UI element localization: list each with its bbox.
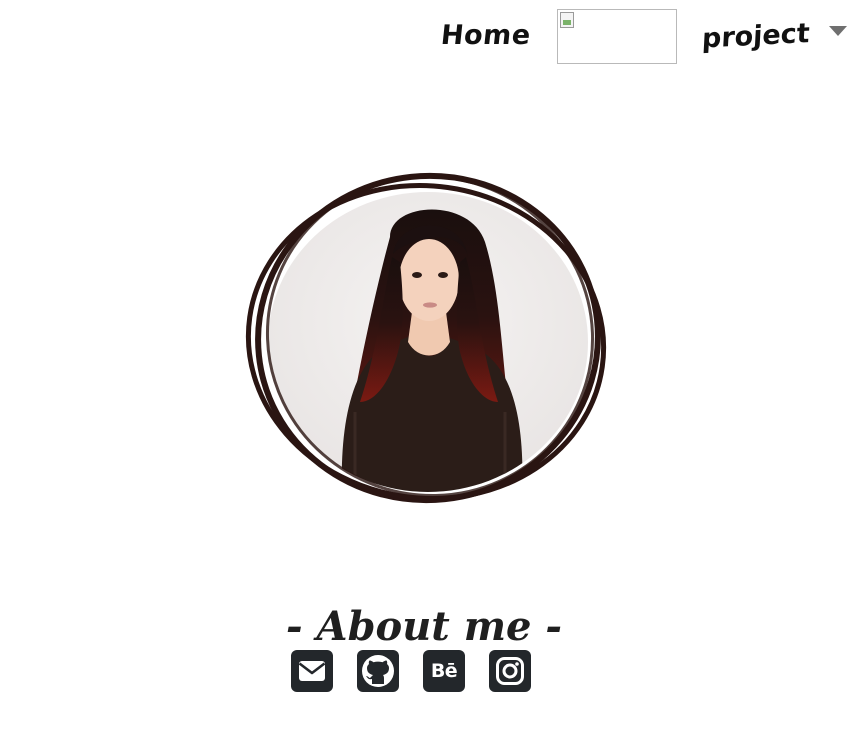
behance-link[interactable]: Bē bbox=[423, 650, 465, 692]
nav-project-link[interactable]: project bbox=[701, 14, 810, 59]
broken-image-icon bbox=[560, 12, 574, 28]
envelope-icon bbox=[298, 661, 326, 681]
behance-icon: Bē bbox=[430, 660, 458, 682]
about-me-heading: - About me - bbox=[286, 602, 562, 650]
page: Home project - About me - Bē bbox=[0, 0, 848, 741]
social-links: Bē bbox=[290, 650, 534, 694]
caret-down-icon[interactable] bbox=[829, 26, 847, 36]
profile-avatar bbox=[240, 162, 616, 516]
top-nav: Home project bbox=[0, 0, 848, 70]
email-link[interactable] bbox=[291, 650, 333, 692]
nav-broken-image-link[interactable] bbox=[557, 9, 677, 64]
github-link[interactable] bbox=[357, 650, 399, 692]
instagram-icon bbox=[496, 657, 524, 685]
nav-home-link[interactable]: Home bbox=[439, 16, 535, 56]
instagram-link[interactable] bbox=[489, 650, 531, 692]
github-icon bbox=[362, 655, 394, 687]
profile-portrait-image bbox=[245, 172, 607, 504]
